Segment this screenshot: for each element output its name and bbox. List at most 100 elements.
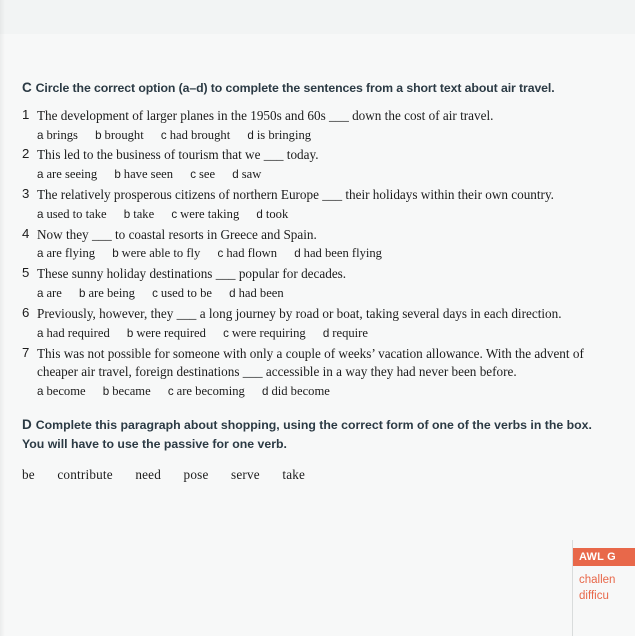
question-1: 1 The development of larger planes in th… xyxy=(22,107,612,145)
option-letter: c xyxy=(152,287,158,301)
option-label: are becoming xyxy=(176,384,245,399)
verb-word-box: be contribute need pose serve take xyxy=(22,467,612,483)
question-number: 1 xyxy=(22,106,30,122)
option-label: were taking xyxy=(180,206,240,221)
option-a[interactable]: a become xyxy=(37,382,86,401)
option-a[interactable]: a are flying xyxy=(37,244,95,263)
option-label: become xyxy=(46,384,86,399)
question-number: 3 xyxy=(22,186,30,202)
option-c[interactable]: c had flown xyxy=(218,244,278,263)
question-text: This was not possible for someone with o… xyxy=(37,345,584,380)
option-b[interactable]: b are being xyxy=(79,284,135,303)
question-7: 7 This was not possible for someone with… xyxy=(22,345,612,401)
exercise-d-heading: D Complete this paragraph about shopping,… xyxy=(22,415,612,454)
exercise-d-text: D Complete this paragraph about shopping,… xyxy=(22,415,612,454)
word-box-item: be xyxy=(22,466,35,482)
option-label: is bringing xyxy=(256,127,312,142)
option-a[interactable]: a are seeing xyxy=(37,165,97,184)
option-label: had brought xyxy=(169,127,231,142)
option-letter: d xyxy=(247,128,254,142)
question-number: 4 xyxy=(22,225,30,241)
option-label: were required xyxy=(136,325,206,340)
option-letter: c xyxy=(171,207,178,221)
word-box-item: pose xyxy=(183,466,209,482)
option-d[interactable]: d require xyxy=(323,324,368,343)
option-label: became xyxy=(112,384,151,399)
question-5: 5 These sunny holiday destinations ___ p… xyxy=(22,265,612,303)
option-d[interactable]: d took xyxy=(256,205,288,224)
question-text: The relatively prosperous citizens of no… xyxy=(37,187,554,203)
option-d[interactable]: d is bringing xyxy=(247,126,311,145)
question-options: a become b became c are becoming d did becom… xyxy=(22,382,612,401)
word-box-item: need xyxy=(135,466,162,482)
option-letter: b xyxy=(112,247,119,261)
option-a[interactable]: a had required xyxy=(37,324,110,343)
option-c[interactable]: c were requiring xyxy=(223,324,306,343)
option-b[interactable]: b were required xyxy=(127,324,206,343)
option-b[interactable]: b brought xyxy=(95,126,144,145)
option-a[interactable]: a used to take xyxy=(37,205,107,224)
option-c[interactable]: c see xyxy=(190,165,215,184)
question-number: 7 xyxy=(22,344,30,360)
option-letter: d xyxy=(322,326,330,340)
option-b[interactable]: b were able to fly xyxy=(112,244,200,263)
question-3: 3 The relatively prosperous citizens of … xyxy=(22,186,612,224)
option-b[interactable]: b take xyxy=(124,205,154,224)
option-letter: b xyxy=(123,207,131,221)
option-a[interactable]: a brings xyxy=(37,126,78,145)
option-label: take xyxy=(133,206,155,221)
option-d[interactable]: d did become xyxy=(262,382,330,401)
word-box-item: serve xyxy=(231,466,260,482)
option-label: had been xyxy=(238,286,284,301)
option-letter: d xyxy=(229,287,236,301)
option-letter: c xyxy=(160,128,167,142)
option-letter: a xyxy=(37,326,44,340)
question-text: The development of larger planes in the … xyxy=(37,107,494,123)
option-c[interactable]: c were taking xyxy=(171,205,239,224)
exercise-c-heading: C Circle the correct option (a–d) to comp… xyxy=(22,78,612,98)
option-d[interactable]: d had been xyxy=(229,284,284,303)
option-d[interactable]: d had been flying xyxy=(294,244,382,263)
question-options: a are b are being c used to be d had been xyxy=(22,284,612,303)
question-options: a are flying b were able to fly c had flown… xyxy=(22,244,612,263)
question-text: These sunny holiday destinations ___ pop… xyxy=(37,266,347,282)
question-number: 5 xyxy=(22,265,30,281)
option-c[interactable]: c had brought xyxy=(161,126,230,145)
option-label: brings xyxy=(46,127,78,142)
exercise-c-instruction: Circle the correct option (a–d) to compl… xyxy=(35,81,555,95)
option-letter: a xyxy=(37,128,44,142)
question-4: 4 Now they ___ to coastal resorts in Gre… xyxy=(22,226,612,264)
option-c[interactable]: c used to be xyxy=(152,284,212,303)
question-6: 6 Previously, however, they ___ a long j… xyxy=(22,305,612,343)
awl-badge: AWL G xyxy=(573,548,635,566)
option-letter: c xyxy=(190,168,197,182)
option-b[interactable]: b have seen xyxy=(114,165,173,184)
question-text: Previously, however, they ___ a long jou… xyxy=(37,305,562,321)
option-label: used to be xyxy=(160,286,212,301)
option-c[interactable]: c are becoming xyxy=(168,382,245,401)
question-2: 2 This led to the business of tourism th… xyxy=(22,146,612,184)
option-letter: d xyxy=(256,207,263,221)
option-d[interactable]: d saw xyxy=(232,165,261,184)
exercise-d-letter: D xyxy=(22,416,32,432)
option-letter: b xyxy=(114,168,121,182)
option-label: require xyxy=(332,325,368,340)
option-label: brought xyxy=(104,127,144,142)
option-letter: b xyxy=(95,128,102,142)
option-letter: c xyxy=(217,247,224,261)
exercise-d-instruction: Complete this paragraph about shopping, … xyxy=(22,417,592,452)
exercise-c-letter: C xyxy=(22,80,32,95)
option-letter: a xyxy=(37,385,44,399)
option-label: have seen xyxy=(123,167,174,182)
question-options: a brings b brought c had brought d is bringi… xyxy=(22,126,612,145)
exercise-c-question-list: 1 The development of larger planes in th… xyxy=(22,107,612,401)
word-box-item: contribute xyxy=(57,466,113,482)
option-label: had required xyxy=(46,325,110,340)
option-label: used to take xyxy=(46,206,107,221)
option-letter: a xyxy=(37,287,44,301)
option-letter: b xyxy=(126,326,134,340)
option-a[interactable]: a are xyxy=(37,284,62,303)
option-letter: a xyxy=(37,207,44,221)
option-b[interactable]: b became xyxy=(103,382,151,401)
option-label: had flown xyxy=(226,246,278,261)
